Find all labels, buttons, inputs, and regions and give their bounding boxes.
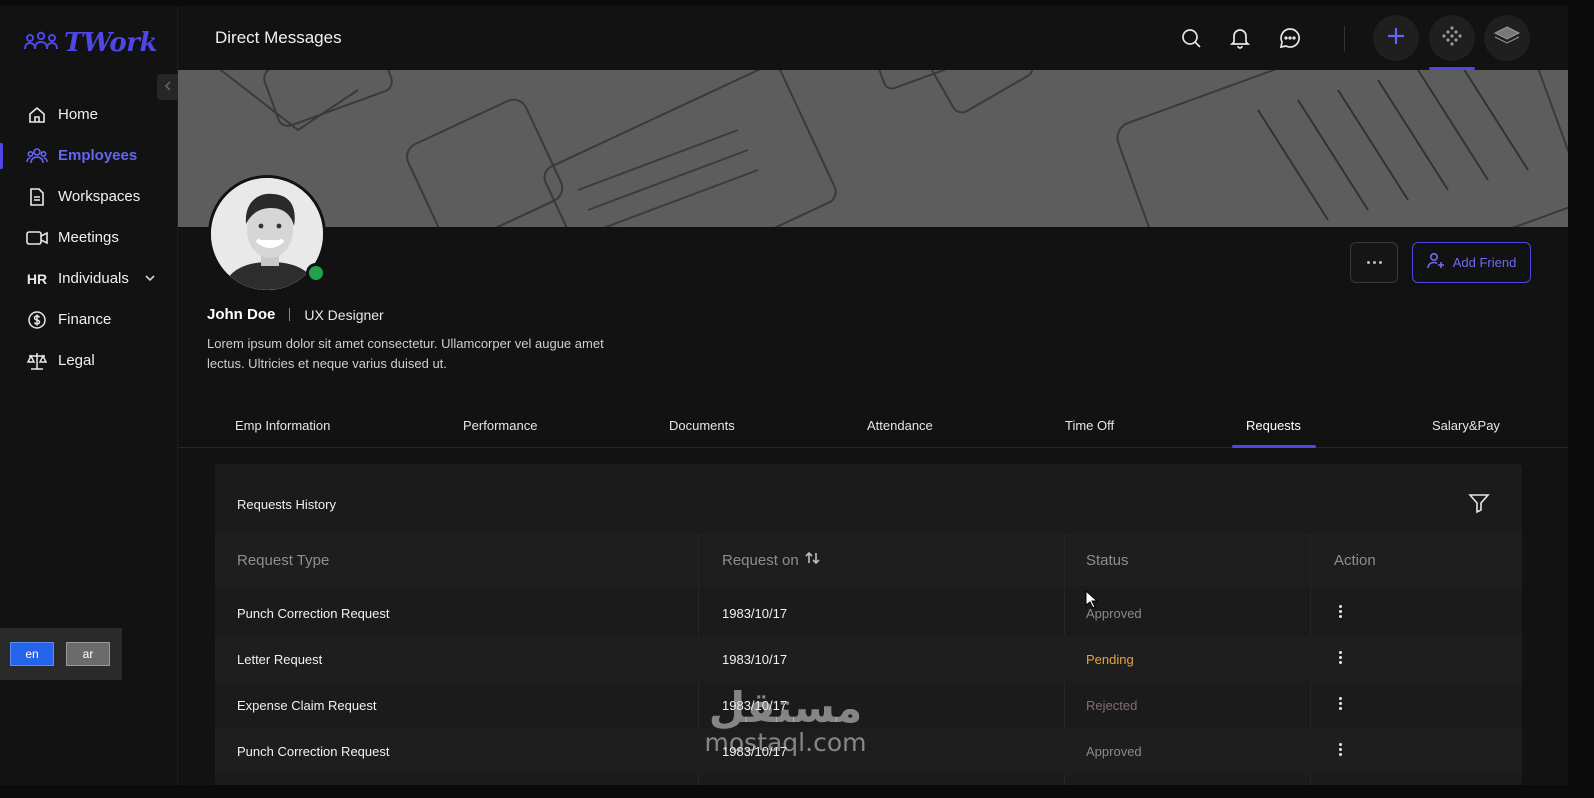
dollar-icon (26, 309, 48, 331)
sidebar-item-employees[interactable]: Employees (0, 135, 178, 176)
chevron-down-icon[interactable] (144, 271, 156, 288)
layers-icon (1493, 25, 1521, 52)
tab-attendance[interactable]: Attendance (867, 418, 933, 433)
tab-requests[interactable]: Requests (1246, 418, 1301, 433)
sidebar-collapse-button[interactable] (157, 74, 178, 100)
sidebar-item-label: Individuals (58, 270, 129, 287)
user-plus-icon (1426, 252, 1445, 273)
profile-name: John Doe (207, 306, 276, 323)
home-icon (26, 104, 48, 126)
plus-icon (1386, 26, 1406, 51)
add-button[interactable] (1373, 15, 1419, 61)
logo-icon (24, 31, 58, 56)
header-divider (1344, 26, 1345, 52)
add-friend-button[interactable]: Add Friend (1412, 242, 1531, 283)
sidebar: TWork Home Employees Workspaces Meetings… (0, 6, 178, 785)
sidebar-item-individuals[interactable]: HR Individuals (0, 258, 178, 299)
chevron-left-icon (164, 78, 172, 96)
profile-bio: Lorem ipsum dolor sit amet consectetur. … (207, 336, 604, 371)
profile-role: UX Designer (304, 306, 384, 323)
sort-icon[interactable] (805, 551, 821, 569)
cell-request-type: Punch Correction Request (237, 605, 390, 621)
column-header-type[interactable]: Request Type (237, 534, 329, 586)
sidebar-item-home[interactable]: Home (0, 94, 178, 135)
tab-salary-pay[interactable]: Salary&Pay (1432, 418, 1500, 433)
sidebar-item-label: Workspaces (58, 188, 141, 205)
app-window: TWork Home Employees Workspaces Meetings… (0, 6, 1568, 785)
column-header-date[interactable]: Request on (722, 534, 821, 586)
mouse-cursor-icon (1085, 589, 1099, 613)
cell-request-type: Expense Claim Request (237, 697, 377, 713)
sidebar-item-label: Legal (58, 352, 95, 369)
profile-header: John Doe UX Designer (207, 306, 384, 323)
scale-icon (26, 350, 48, 372)
cell-request-type: Letter Request (237, 651, 323, 667)
column-header-action: Action (1334, 551, 1376, 569)
sidebar-item-label: Home (58, 106, 99, 123)
table-row[interactable]: Letter Request 1983/10/17 Pending (215, 636, 1522, 682)
requests-title: Requests History (237, 497, 336, 512)
top-header: Direct Messages (178, 6, 1568, 70)
video-icon (26, 227, 48, 249)
lang-ar-button[interactable]: ar (66, 642, 110, 666)
hr-icon: HR (26, 270, 48, 287)
search-icon[interactable] (1179, 26, 1203, 50)
column-header-status[interactable]: Status (1086, 534, 1129, 586)
chat-icon[interactable] (1278, 26, 1302, 50)
users-icon (26, 145, 48, 167)
sidebar-item-legal[interactable]: Legal (0, 340, 178, 381)
tab-emp-information[interactable]: Emp Information (235, 418, 330, 433)
page-title: Direct Messages (215, 28, 342, 47)
profile-tabs: Emp Information Performance Documents At… (178, 406, 1568, 448)
sidebar-item-label: Finance (58, 311, 112, 328)
bell-icon[interactable] (1228, 26, 1252, 50)
sidebar-item-label: Meetings (58, 229, 119, 246)
tab-time-off[interactable]: Time Off (1065, 418, 1114, 433)
apps-button[interactable] (1429, 15, 1475, 61)
more-options-button[interactable] (1350, 242, 1398, 283)
tab-documents[interactable]: Documents (669, 418, 735, 433)
more-horizontal-icon (1366, 261, 1370, 264)
online-status-dot (306, 263, 326, 283)
sidebar-item-workspaces[interactable]: Workspaces (0, 176, 178, 217)
more-vertical-icon[interactable] (1339, 743, 1342, 756)
lang-en-button[interactable]: en (10, 642, 54, 666)
cell-request-type: Punch Correction Request (237, 743, 390, 759)
status-badge: Rejected (1086, 697, 1138, 713)
cell-request-date: 1983/10/17 (722, 651, 788, 667)
cell-request-date: 1983/10/17 (722, 605, 788, 621)
more-vertical-icon[interactable] (1339, 697, 1342, 710)
filter-icon[interactable] (1468, 492, 1490, 519)
cover-banner (178, 70, 1568, 227)
watermark: مستقل mostaql.com (688, 686, 883, 756)
table-header: Request Type Request on Status Action (215, 534, 1522, 586)
tab-performance[interactable]: Performance (463, 418, 537, 433)
layers-button[interactable] (1484, 15, 1530, 61)
logo-text: TWork (64, 28, 157, 58)
status-badge: Pending (1086, 651, 1134, 667)
column-header-date-label: Request on (722, 551, 799, 569)
watermark-latin: mostaql.com (704, 728, 867, 757)
sidebar-item-label: Employees (58, 147, 138, 164)
active-tab-indicator (1232, 445, 1316, 448)
sidebar-item-finance[interactable]: Finance (0, 299, 178, 340)
sidebar-item-meetings[interactable]: Meetings (0, 217, 178, 258)
more-vertical-icon[interactable] (1339, 651, 1342, 664)
language-switcher: en ar (0, 628, 122, 680)
more-vertical-icon[interactable] (1339, 605, 1342, 618)
sidebar-nav: Home Employees Workspaces Meetings HR In… (0, 94, 178, 381)
logo[interactable]: TWork (24, 28, 157, 58)
dots-grid-icon (1441, 25, 1463, 52)
name-divider (289, 308, 291, 321)
document-icon (26, 186, 48, 208)
status-badge: Approved (1086, 743, 1142, 759)
add-friend-label: Add Friend (1452, 255, 1517, 270)
watermark-arabic: مستقل (708, 683, 863, 732)
table-row[interactable]: Punch Correction Request 1983/10/17 Appr… (215, 590, 1522, 636)
